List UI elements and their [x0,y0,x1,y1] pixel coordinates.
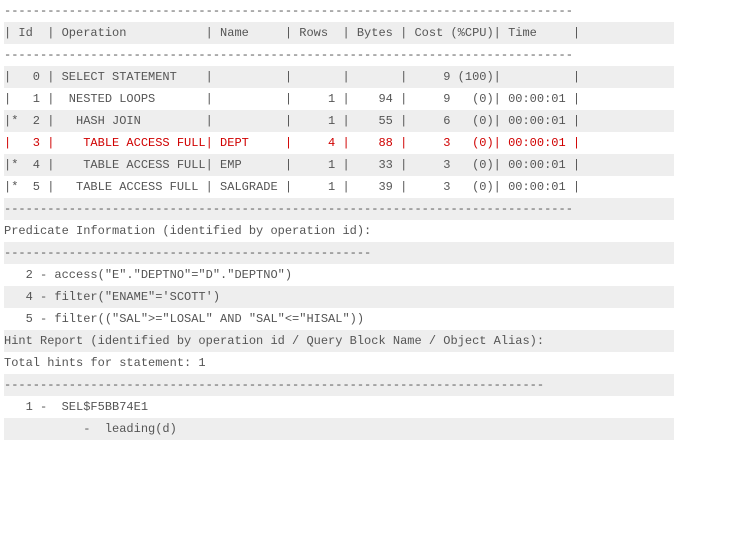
predicate-heading: Predicate Information (identified by ope… [4,220,674,242]
hint-line: 1 - SEL$F5BB74E1 [4,396,674,418]
plan-row: | 0 | SELECT STATEMENT | | | | 9 (100)| … [4,66,674,88]
plan-separator: ----------------------------------------… [4,0,674,22]
predicate-line: 2 - access("E"."DEPTNO"="D"."DEPTNO") [4,264,674,286]
plan-row-highlighted: | 3 | TABLE ACCESS FULL| DEPT | 4 | 88 |… [4,132,674,154]
trailing-blank [4,440,674,462]
predicate-line: 4 - filter("ENAME"='SCOTT') [4,286,674,308]
plan-row: |* 2 | HASH JOIN | | 1 | 55 | 6 (0)| 00:… [4,110,674,132]
hint-separator: ----------------------------------------… [4,374,674,396]
plan-header: | Id | Operation | Name | Rows | Bytes |… [4,22,674,44]
hint-total: Total hints for statement: 1 [4,352,674,374]
plan-separator: ----------------------------------------… [4,44,674,66]
plan-row: |* 5 | TABLE ACCESS FULL | SALGRADE | 1 … [4,176,674,198]
plan-separator: ----------------------------------------… [4,198,674,220]
predicate-line: 5 - filter(("SAL">="LOSAL" AND "SAL"<="H… [4,308,674,330]
hint-heading: Hint Report (identified by operation id … [4,330,674,352]
hint-line: - leading(d) [4,418,674,440]
plan-row: | 1 | NESTED LOOPS | | 1 | 94 | 9 (0)| 0… [4,88,674,110]
sql-plan-output: ----------------------------------------… [0,0,674,462]
plan-row: |* 4 | TABLE ACCESS FULL| EMP | 1 | 33 |… [4,154,674,176]
predicate-separator: ----------------------------------------… [4,242,674,264]
